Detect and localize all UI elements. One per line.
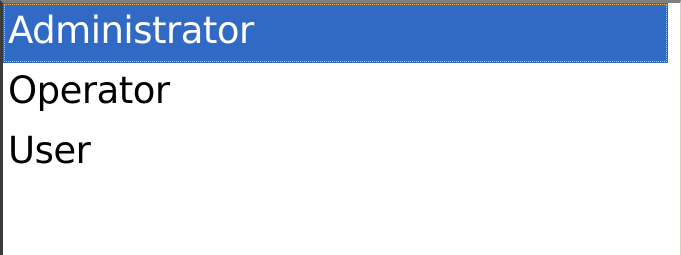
list-item-user[interactable]: User: [3, 123, 680, 183]
role-listbox[interactable]: Administrator Operator User: [0, 0, 681, 255]
list-item-administrator[interactable]: Administrator: [3, 3, 668, 63]
list-item-operator[interactable]: Operator: [3, 63, 680, 123]
